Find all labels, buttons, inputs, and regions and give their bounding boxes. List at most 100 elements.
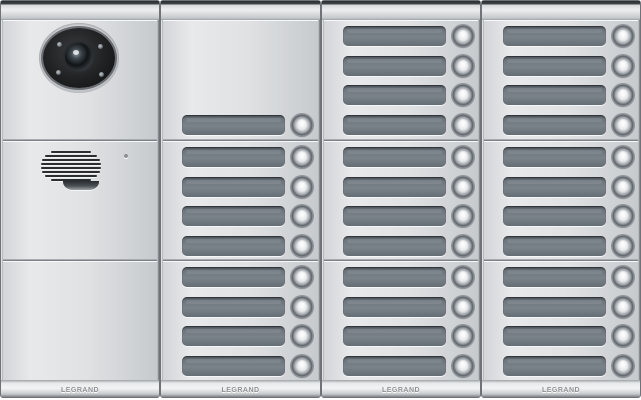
brand-logo: LEGRAND [60, 387, 100, 394]
push-button-icon[interactable] [291, 355, 313, 377]
call-button-row[interactable] [340, 296, 474, 318]
call-button-row[interactable] [179, 176, 313, 198]
push-button-icon[interactable] [452, 55, 474, 77]
call-button-row[interactable] [179, 296, 313, 318]
bottom-rail: LEGRAND [322, 380, 480, 397]
camera-icon [39, 23, 119, 93]
module-mid [324, 141, 478, 261]
call-button-row[interactable] [500, 235, 634, 257]
push-button-icon[interactable] [612, 146, 634, 168]
push-button-icon[interactable] [452, 296, 474, 318]
name-tag-label [503, 236, 606, 256]
call-button-row[interactable] [340, 25, 474, 47]
name-tag-label [343, 26, 446, 46]
push-button-icon[interactable] [452, 114, 474, 136]
panel-column-4: LEGRAND [481, 0, 641, 398]
panel-column-2: LEGRAND [160, 0, 321, 398]
push-button-icon[interactable] [452, 235, 474, 257]
push-button-icon[interactable] [612, 84, 634, 106]
push-button-icon[interactable] [612, 296, 634, 318]
push-button-icon[interactable] [452, 325, 474, 347]
call-button-row[interactable] [340, 114, 474, 136]
push-button-icon[interactable] [612, 25, 634, 47]
call-button-row[interactable] [179, 325, 313, 347]
name-tag-label [182, 267, 285, 287]
push-button-icon[interactable] [291, 296, 313, 318]
camera-lens [65, 43, 93, 71]
microphone-icon [63, 181, 99, 190]
call-button-row[interactable] [500, 266, 634, 288]
name-tag-label [343, 115, 446, 135]
push-button-icon[interactable] [612, 205, 634, 227]
speaker-slot [42, 159, 100, 161]
name-tag-label [343, 236, 446, 256]
call-button-row[interactable] [500, 355, 634, 377]
call-button-row[interactable] [340, 325, 474, 347]
call-button-row[interactable] [340, 84, 474, 106]
call-button-row[interactable] [179, 205, 313, 227]
name-tag-label [182, 326, 285, 346]
name-tag-label [503, 206, 606, 226]
call-button-row[interactable] [500, 25, 634, 47]
push-button-icon[interactable] [612, 266, 634, 288]
push-button-icon[interactable] [612, 355, 634, 377]
call-button-row[interactable] [500, 55, 634, 77]
name-tag-label [503, 326, 606, 346]
push-button-icon[interactable] [612, 55, 634, 77]
call-button-row[interactable] [500, 176, 634, 198]
push-button-icon[interactable] [612, 235, 634, 257]
push-button-icon[interactable] [452, 146, 474, 168]
brand-logo: LEGRAND [541, 387, 581, 394]
push-button-icon[interactable] [291, 114, 313, 136]
name-tag-label [343, 356, 446, 376]
name-tag-label [182, 297, 285, 317]
push-button-icon[interactable] [452, 266, 474, 288]
bottom-rail: LEGRAND [1, 380, 159, 397]
call-button-row[interactable] [500, 296, 634, 318]
push-button-icon[interactable] [291, 235, 313, 257]
call-button-row[interactable] [500, 205, 634, 227]
push-button-icon[interactable] [612, 325, 634, 347]
call-button-row[interactable] [179, 146, 313, 168]
call-button-row[interactable] [340, 205, 474, 227]
module-bot [484, 261, 638, 382]
call-button-row[interactable] [340, 55, 474, 77]
call-button-row[interactable] [500, 325, 634, 347]
call-button-row[interactable] [340, 176, 474, 198]
push-button-icon[interactable] [452, 176, 474, 198]
module-bot [3, 261, 157, 382]
speaker-slot [45, 175, 97, 177]
push-button-icon[interactable] [291, 176, 313, 198]
speaker-slot [45, 155, 97, 157]
push-button-icon[interactable] [452, 205, 474, 227]
name-tag-label [503, 147, 606, 167]
speaker-slot [41, 167, 101, 169]
call-button-row[interactable] [179, 355, 313, 377]
push-button-icon[interactable] [452, 355, 474, 377]
module-mid [484, 141, 638, 261]
push-button-icon[interactable] [612, 114, 634, 136]
call-button-row[interactable] [179, 114, 313, 136]
name-tag-label [343, 85, 446, 105]
name-tag-label [503, 356, 606, 376]
push-button-icon[interactable] [452, 25, 474, 47]
top-rail [1, 1, 159, 20]
brand-logo: LEGRAND [381, 387, 421, 394]
call-button-row[interactable] [500, 84, 634, 106]
call-button-row[interactable] [340, 355, 474, 377]
call-button-row[interactable] [500, 114, 634, 136]
push-button-icon[interactable] [291, 205, 313, 227]
push-button-icon[interactable] [291, 325, 313, 347]
call-button-row[interactable] [179, 235, 313, 257]
push-button-icon[interactable] [291, 146, 313, 168]
speaker-slot [51, 151, 91, 153]
call-button-row[interactable] [340, 235, 474, 257]
push-button-icon[interactable] [612, 176, 634, 198]
call-button-row[interactable] [340, 266, 474, 288]
call-button-row[interactable] [340, 146, 474, 168]
call-button-row[interactable] [179, 266, 313, 288]
push-button-icon[interactable] [291, 266, 313, 288]
call-button-row[interactable] [500, 146, 634, 168]
name-tag-label [503, 267, 606, 287]
push-button-icon[interactable] [452, 84, 474, 106]
